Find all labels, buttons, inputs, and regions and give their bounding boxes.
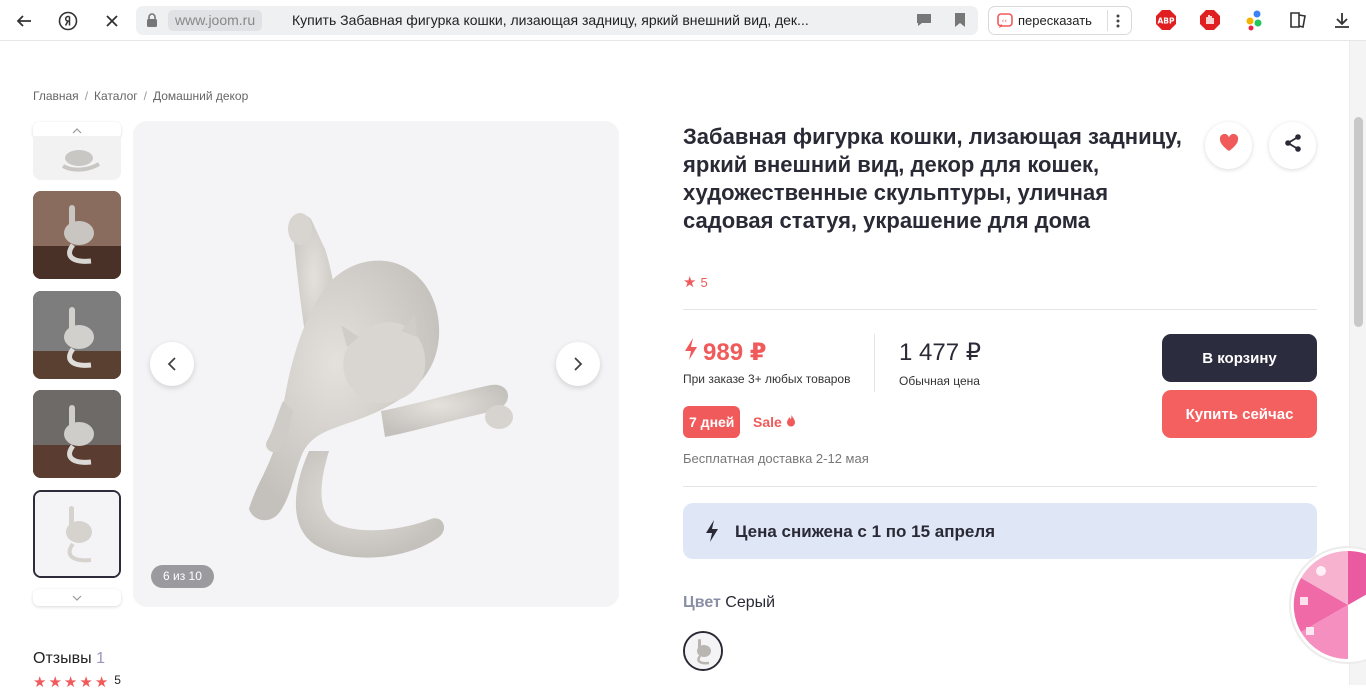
thumbs-down-button[interactable] [33,589,121,606]
regular-price: 1 477 ₽ [899,339,981,366]
breadcrumb: Главная / Каталог / Домашний декор [33,89,249,103]
reviews-label: Отзывы [33,650,92,667]
price-divider [874,334,875,392]
lightning-icon [683,337,699,368]
price-drop-banner: Цена снижена с 1 по 15 апреля [683,503,1317,559]
thumbnail-image[interactable] [33,291,121,379]
divider [683,486,1317,487]
color-value: Серый [725,594,776,611]
color-label: Цвет Серый [683,594,775,612]
delivery-info: Бесплатная доставка 2-12 мая [683,451,869,466]
svg-text:‹‹: ‹‹ [1002,17,1008,25]
buy-now-button[interactable]: Купить сейчас [1162,390,1317,438]
share-icon [1283,133,1303,158]
thumbnail-partial[interactable] [33,136,121,180]
favorite-button[interactable] [1205,122,1252,169]
next-image-button[interactable] [556,342,600,386]
add-to-cart-button[interactable]: В корзину [1162,334,1317,382]
yandex-icon[interactable] [56,9,80,33]
color-swatch[interactable] [683,631,723,671]
stop-icon[interactable] [100,9,124,33]
price-condition: При заказе 3+ любых товаров [683,372,851,386]
svg-text:ABP: ABP [1157,17,1175,26]
reviews-rating: 5 [114,673,121,687]
star-icon: ★ [33,674,47,691]
star-icon: ★ [79,674,93,691]
product-main-image [133,121,619,607]
url-domain: www.joom.ru [168,10,263,31]
regular-price-label: Обычная цена [899,374,980,388]
image-counter: 6 из 10 [151,565,214,588]
prev-image-button[interactable] [150,342,194,386]
color-key: Цвет [683,594,721,611]
download-icon[interactable] [1331,9,1353,31]
price-value: 989 ₽ [703,339,767,366]
thumbnail-image-selected[interactable] [33,490,121,578]
divider [683,309,1317,310]
discount-price: 989 ₽ [683,337,766,368]
price-drop-text: Цена снижена с 1 по 15 апреля [735,522,996,541]
cat-figurine-image [133,121,619,607]
breadcrumb-home-decor[interactable]: Домашний декор [153,89,248,103]
heart-icon [1219,133,1239,157]
reviews-stars: ★ ★ ★ ★ ★ 5 [33,673,121,691]
kebab-menu-icon[interactable] [1107,10,1120,31]
product-rating[interactable]: ★ 5 [683,273,708,291]
browser-toolbar: www.joom.ru Купить Забавная фигурка кошк… [0,0,1366,41]
lock-icon [146,13,158,32]
star-icon: ★ [94,674,109,691]
translate-icon[interactable] [916,13,932,32]
address-bar[interactable]: www.joom.ru Купить Забавная фигурка кошк… [136,6,978,35]
page-title-in-address: Купить Забавная фигурка кошки, лизающая … [292,12,809,28]
star-icon: ★ [63,674,78,691]
collections-icon[interactable] [1287,9,1309,31]
fortune-wheel-widget[interactable] [1288,545,1366,665]
dots-extension-icon[interactable] [1243,9,1265,31]
sale-label: Sale [753,414,796,430]
thumbnail-image[interactable] [33,191,121,279]
bookmark-icon[interactable] [954,12,966,33]
sale-text: Sale [753,414,782,430]
days-badge: 7 дней [683,406,741,438]
rating-value: 5 [700,274,708,290]
lightning-icon [704,519,720,548]
retell-label: пересказать [1018,13,1092,28]
reviews-count: 1 [96,650,105,667]
star-icon: ★ [683,274,697,291]
retell-icon: ‹‹ [997,13,1013,32]
star-icon: ★ [48,674,62,691]
thumbnail-image[interactable] [33,390,121,478]
back-icon[interactable] [12,9,36,33]
adblock-icon[interactable]: ABP [1155,9,1177,31]
breadcrumb-catalog[interactable]: Каталог [94,89,138,103]
adguard-icon[interactable] [1199,9,1221,31]
retell-button[interactable]: ‹‹ пересказать [988,6,1132,35]
reviews-heading[interactable]: Отзывы 1 [33,650,105,668]
share-button[interactable] [1269,122,1316,169]
fire-icon [786,414,796,430]
product-title: Забавная фигурка кошки, лизающая задницу… [683,124,1182,233]
breadcrumb-home[interactable]: Главная [33,89,79,103]
